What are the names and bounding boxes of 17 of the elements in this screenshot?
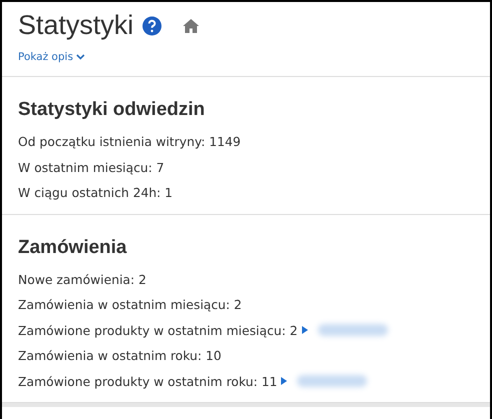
stat-line: Zamówienia w ostatnim roku: 10	[18, 348, 222, 364]
stat-line: W ciągu ostatnich 24h: 1	[18, 185, 173, 200]
stat-line: Zamówione produkty w ostatnim miesiącu: 2	[18, 322, 298, 338]
stat-line: Zamówione produkty w ostatnim roku: 11	[18, 374, 278, 389]
stat-line: Od początku istnienia witryny: 1149	[18, 134, 241, 150]
show-description-link[interactable]: Pokaż opis	[18, 51, 86, 63]
section-heading: Statystyki odwiedzin	[18, 99, 206, 121]
expand-triangle-icon[interactable]	[281, 377, 288, 386]
stat-line: Nowe zamówienia: 2	[18, 272, 146, 287]
home-icon[interactable]	[182, 18, 200, 34]
stat-line: Zamówienia w ostatnim miesiącu: 2	[18, 297, 242, 312]
section-heading: Zamówienia	[18, 236, 128, 258]
page-title: Statystyki	[18, 10, 134, 41]
expand-triangle-icon[interactable]	[302, 326, 308, 334]
chevron-down-icon	[76, 54, 86, 60]
help-icon[interactable]	[142, 16, 162, 36]
stat-line: W ostatnim miesiącu: 7	[18, 160, 164, 175]
